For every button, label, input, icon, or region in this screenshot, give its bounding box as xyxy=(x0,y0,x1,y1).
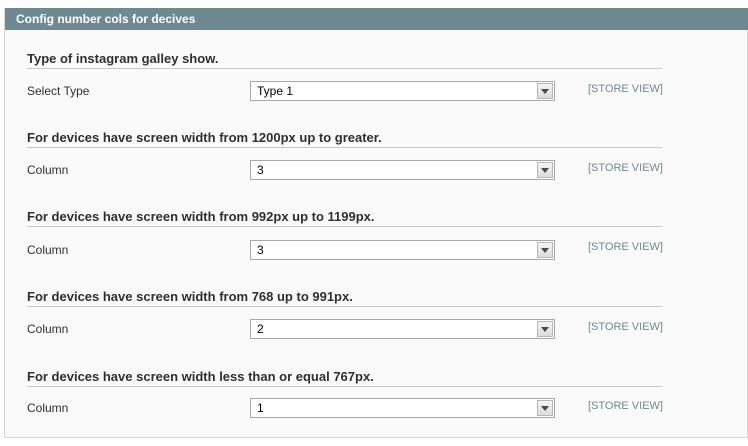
section-heading-767: For devices have screen width less than … xyxy=(27,369,374,384)
chevron-down-icon[interactable] xyxy=(537,83,553,99)
chevron-down-icon[interactable] xyxy=(537,242,553,258)
column-dropdown-767[interactable]: 1 xyxy=(250,398,555,418)
scope-label: [STORE VIEW] xyxy=(588,321,663,333)
column-dropdown-992[interactable]: 3 xyxy=(250,240,555,260)
field-label-column: Column xyxy=(27,163,69,177)
section-divider xyxy=(27,68,662,69)
section-heading-gallery-type: Type of instagram galley show. xyxy=(27,51,219,66)
field-label-column: Column xyxy=(27,401,69,415)
scope-label: [STORE VIEW] xyxy=(588,241,663,253)
select-value: 2 xyxy=(257,322,264,336)
chevron-down-icon[interactable] xyxy=(537,400,553,416)
scope-label: [STORE VIEW] xyxy=(588,400,663,412)
field-label-column: Column xyxy=(27,322,69,336)
chevron-down-icon[interactable] xyxy=(537,162,553,178)
section-heading-768: For devices have screen width from 768 u… xyxy=(27,289,353,304)
section-divider xyxy=(27,147,662,148)
column-dropdown-768[interactable]: 2 xyxy=(250,319,555,339)
select-value: 3 xyxy=(257,163,264,177)
section-divider xyxy=(27,306,662,307)
select-type-dropdown[interactable]: Type 1 xyxy=(250,81,555,101)
section-divider xyxy=(27,386,662,387)
select-value: Type 1 xyxy=(257,84,294,98)
field-label-column: Column xyxy=(27,243,69,257)
section-heading-992: For devices have screen width from 992px… xyxy=(27,209,375,224)
select-value: 3 xyxy=(257,243,264,257)
panel-header[interactable]: Config number cols for decives xyxy=(5,8,748,30)
chevron-down-icon[interactable] xyxy=(537,321,553,337)
column-dropdown-1200[interactable]: 3 xyxy=(250,160,555,180)
select-value: 1 xyxy=(257,401,264,415)
scope-label: [STORE VIEW] xyxy=(588,162,663,174)
section-divider xyxy=(27,226,662,227)
field-label-select-type: Select Type xyxy=(27,84,90,98)
scope-label: [STORE VIEW] xyxy=(588,83,663,95)
section-heading-1200: For devices have screen width from 1200p… xyxy=(27,130,382,145)
